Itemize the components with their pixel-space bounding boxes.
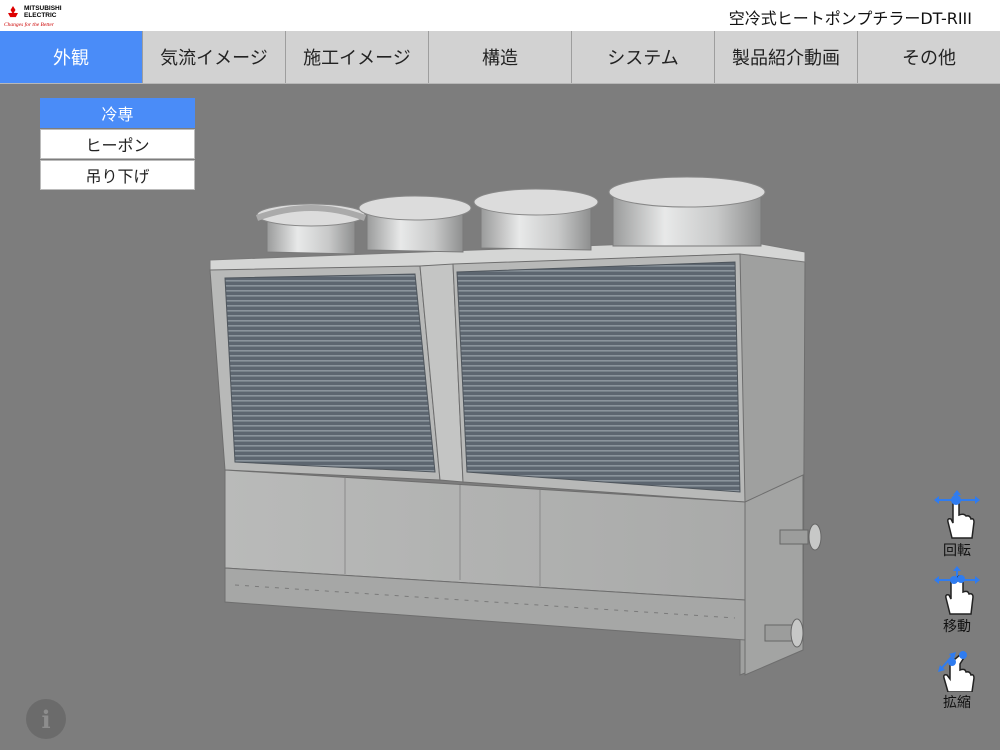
three-diamonds-icon xyxy=(8,6,18,18)
brand-line-2: ELECTRIC xyxy=(24,12,57,19)
tab-structure[interactable]: 構造 xyxy=(429,31,572,83)
move-gesture-icon xyxy=(934,566,980,615)
info-button[interactable]: i xyxy=(26,699,66,739)
rotate-control[interactable]: 回転 xyxy=(932,488,982,560)
fan-4 xyxy=(608,176,766,247)
zoom-gesture-icon xyxy=(938,651,975,692)
move-control[interactable]: 移動 xyxy=(932,564,982,636)
tab-installation-image[interactable]: 施工イメージ xyxy=(286,31,429,83)
rotate-label: 回転 xyxy=(943,543,971,559)
chiller-3d-model[interactable] xyxy=(195,170,835,690)
variant-suspended[interactable]: 吊り下げ xyxy=(40,160,195,190)
tab-exterior[interactable]: 外観 xyxy=(0,31,143,83)
fan-1 xyxy=(255,203,367,255)
move-label: 移動 xyxy=(943,619,971,635)
zoom-control[interactable]: 拡縮 xyxy=(932,648,982,712)
variant-heat-pump[interactable]: ヒーポン xyxy=(40,129,195,159)
app-title: 空冷式ヒートポンプチラーDT-RIII xyxy=(728,9,972,28)
tab-other[interactable]: その他 xyxy=(858,31,1000,83)
variant-selector: 冷専 ヒーポン 吊り下げ xyxy=(40,98,195,191)
brand-text: MITSUBISHI ELECTRIC xyxy=(24,5,62,19)
fan-3 xyxy=(473,188,599,251)
brand-tagline: Changes for the Better xyxy=(4,22,54,28)
zoom-label: 拡縮 xyxy=(943,695,971,711)
brand-line-1: MITSUBISHI xyxy=(24,5,62,12)
main-tab-bar: 外観 気流イメージ 施工イメージ 構造 システム 製品紹介動画 その他 xyxy=(0,31,1000,84)
mitsubishi-logo: MITSUBISHI ELECTRIC Changes for the Bett… xyxy=(4,4,94,28)
info-icon: i xyxy=(41,704,51,734)
top-bar: MITSUBISHI ELECTRIC Changes for the Bett… xyxy=(0,0,1000,31)
tab-airflow-image[interactable]: 気流イメージ xyxy=(143,31,286,83)
rotate-gesture-icon xyxy=(934,490,980,539)
tab-product-video[interactable]: 製品紹介動画 xyxy=(715,31,858,83)
fan-2 xyxy=(358,195,472,253)
variant-cooling-only[interactable]: 冷専 xyxy=(40,98,195,128)
tab-system[interactable]: システム xyxy=(572,31,715,83)
